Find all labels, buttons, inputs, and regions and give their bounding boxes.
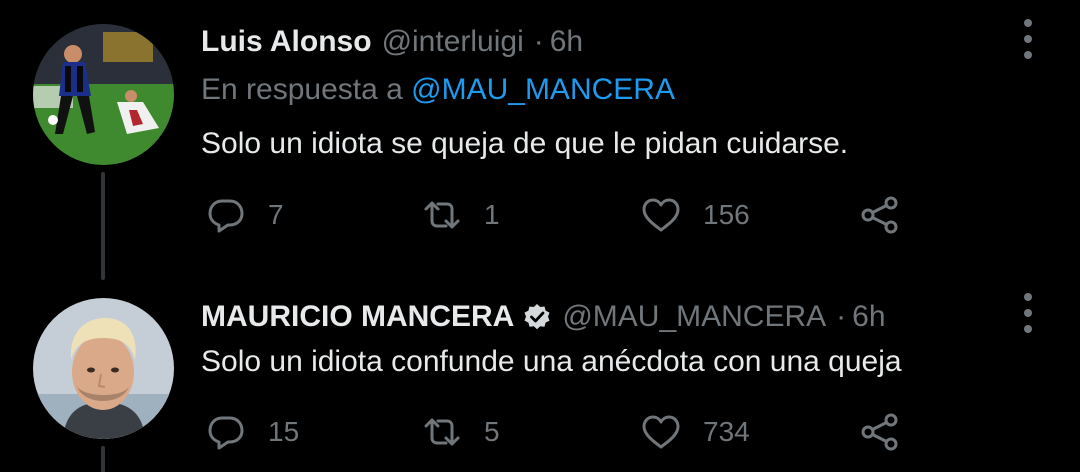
heart-icon bbox=[642, 415, 680, 449]
share-icon bbox=[861, 196, 898, 234]
author-name[interactable]: Luis Alonso bbox=[201, 24, 372, 60]
tweet-text: Solo un idiota se queja de que le pidan … bbox=[201, 127, 849, 160]
author-handle[interactable]: @interluigi bbox=[382, 24, 524, 60]
tweet-header: MAURICIO MANCERA @MAU_MANCERA · 6h bbox=[201, 299, 886, 335]
reply-mention-link[interactable]: @MAU_MANCERA bbox=[411, 73, 675, 106]
avatar-image bbox=[33, 24, 174, 165]
reply-prefix: En respuesta a bbox=[201, 73, 403, 106]
like-count: 734 bbox=[703, 416, 750, 447]
reply-icon bbox=[208, 199, 244, 233]
retweet-icon bbox=[424, 201, 460, 229]
retweet-button[interactable]: 5 bbox=[420, 410, 500, 454]
reply-button[interactable]: 15 bbox=[204, 410, 299, 454]
share-icon bbox=[861, 413, 898, 451]
tweet-text: Solo un idiota confunde una anécdota con… bbox=[201, 345, 902, 378]
retweet-count: 1 bbox=[484, 199, 500, 230]
like-button[interactable]: 156 bbox=[639, 193, 750, 237]
share-button[interactable] bbox=[858, 410, 902, 454]
avatar[interactable] bbox=[33, 24, 174, 165]
more-options-icon[interactable] bbox=[1010, 19, 1046, 59]
author-handle[interactable]: @MAU_MANCERA bbox=[562, 299, 826, 335]
reply-count: 15 bbox=[268, 416, 300, 447]
heart-icon bbox=[642, 198, 680, 232]
reply-button[interactable]: 7 bbox=[204, 193, 284, 237]
like-count: 156 bbox=[703, 199, 750, 230]
tweet-actions: 15 5 734 bbox=[0, 410, 1080, 454]
tweet-header: Luis Alonso @interluigi · 6h bbox=[201, 24, 583, 60]
tweet[interactable]: Luis Alonso @interluigi · 6h En respuest… bbox=[0, 0, 1080, 280]
timestamp[interactable]: 6h bbox=[550, 24, 583, 60]
retweet-icon bbox=[424, 418, 460, 446]
reply-icon bbox=[208, 416, 244, 450]
separator-dot: · bbox=[533, 25, 544, 58]
separator-dot: · bbox=[836, 300, 847, 333]
tweet-thread: Luis Alonso @interluigi · 6h En respuest… bbox=[0, 0, 1080, 472]
author-name[interactable]: MAURICIO MANCERA bbox=[201, 299, 514, 335]
tweet-actions: 7 1 156 bbox=[0, 193, 1080, 237]
reply-context: En respuesta a @MAU_MANCERA bbox=[201, 72, 675, 108]
tweet[interactable]: MAURICIO MANCERA @MAU_MANCERA · 6h Solo … bbox=[0, 270, 1080, 472]
more-options-icon[interactable] bbox=[1010, 293, 1046, 333]
verified-badge-icon bbox=[522, 302, 552, 332]
reply-count: 7 bbox=[268, 199, 284, 230]
retweet-count: 5 bbox=[484, 416, 500, 447]
like-button[interactable]: 734 bbox=[639, 410, 750, 454]
timestamp[interactable]: 6h bbox=[852, 299, 885, 335]
retweet-button[interactable]: 1 bbox=[420, 193, 500, 237]
share-button[interactable] bbox=[858, 193, 902, 237]
